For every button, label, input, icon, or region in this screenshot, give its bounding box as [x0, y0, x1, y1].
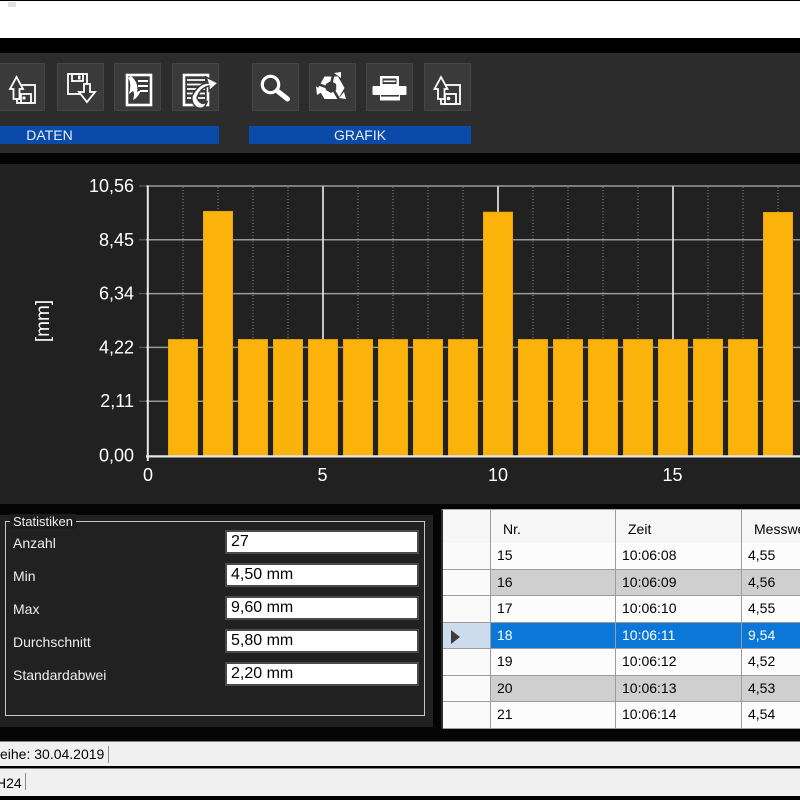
svg-text:[mm]: [mm]: [33, 300, 54, 342]
svg-text:0: 0: [143, 465, 153, 485]
svg-text:2,11: 2,11: [100, 391, 134, 411]
svg-text:8,45: 8,45: [99, 230, 134, 250]
svg-text:6,34: 6,34: [99, 284, 134, 304]
svg-text:5: 5: [317, 465, 327, 485]
svg-text:0,00: 0,00: [99, 446, 134, 466]
svg-text:10,56: 10,56: [89, 176, 134, 196]
svg-text:4,22: 4,22: [99, 337, 134, 357]
svg-text:10: 10: [488, 465, 508, 485]
svg-text:15: 15: [662, 465, 682, 485]
